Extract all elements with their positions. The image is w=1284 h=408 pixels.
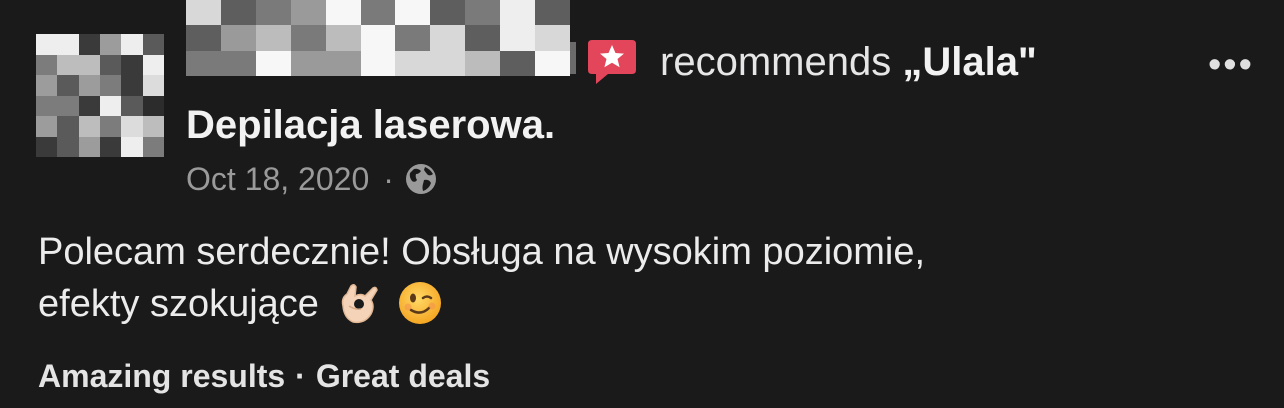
redaction-pixel: [395, 50, 431, 76]
redaction-pixel: [57, 95, 79, 116]
redaction-pixel: [142, 116, 164, 137]
redaction-pixel: [186, 0, 221, 26]
business-name-link[interactable]: „Ulala": [902, 40, 1037, 84]
redaction-pixel: [100, 75, 122, 96]
redaction-pixel: [36, 116, 58, 137]
redaction-pixel: [36, 34, 58, 55]
redaction-pixel: [290, 0, 326, 26]
redaction-pixel: [500, 0, 536, 26]
avatar[interactable]: [36, 34, 164, 157]
redaction-pixel: [465, 0, 501, 26]
redaction-pixel: [325, 25, 361, 51]
redaction-pixel: [465, 25, 501, 51]
post-body: Polecam serdecznie! Obsługa na wysokim p…: [38, 226, 1238, 330]
tag-list: Amazing results · Great deals: [38, 356, 490, 396]
redaction-pixel: [100, 34, 122, 55]
globe-icon[interactable]: [404, 162, 438, 196]
redaction-pixel: [142, 136, 164, 157]
redaction-pixel: [500, 25, 536, 51]
redaction-pixel: [36, 54, 58, 75]
redaction-pixel: [465, 50, 501, 76]
redaction-pixel: [57, 116, 79, 137]
redaction-pixel: [430, 50, 466, 76]
redaction-pixel: [121, 116, 143, 137]
redaction-pixel: [57, 75, 79, 96]
redaction-pixel: [78, 34, 100, 55]
winking-face-emoji: [398, 282, 441, 324]
recommend-star-icon: [588, 40, 636, 84]
post-body-line-1: Polecam serdecznie! Obsługa na wysokim p…: [38, 231, 926, 273]
redaction-pixel: [100, 136, 122, 157]
post-date[interactable]: Oct 18, 2020: [186, 160, 369, 198]
tag-great-deals[interactable]: Great deals: [316, 358, 490, 394]
redaction-pixel: [430, 25, 466, 51]
redaction-pixel: [121, 54, 143, 75]
tag-amazing-results[interactable]: Amazing results: [38, 358, 285, 394]
redaction-pixel: [100, 54, 122, 75]
ok-hand-emoji: [341, 283, 378, 324]
redaction-pixel: [57, 34, 79, 55]
redaction-pixel: [186, 50, 221, 76]
redaction-pixel: [142, 75, 164, 96]
meta-separator: ·: [383, 161, 394, 197]
redaction-pixel: [57, 136, 79, 157]
redaction-pixel: [500, 50, 536, 76]
tag-separator: ·: [295, 358, 306, 394]
redaction-pixel: [360, 0, 396, 26]
recommendation-post: recommends „Ulala" ••• Depilacja laserow…: [0, 0, 1284, 408]
redaction-pixel: [535, 0, 570, 26]
redaction-pixel: [255, 50, 291, 76]
redaction-pixel: [255, 25, 291, 51]
redaction-pixel: [100, 116, 122, 137]
recommendation-headline: recommends „Ulala": [660, 40, 1037, 84]
redaction-pixel: [290, 50, 326, 76]
redaction-pixel: [78, 136, 100, 157]
redaction-pixel: [78, 75, 100, 96]
redaction-pixel: [325, 50, 361, 76]
post-title: Depilacja laserowa.: [186, 103, 556, 147]
redaction-pixel: [535, 25, 570, 51]
redaction-pixel: [57, 54, 79, 75]
post-body-line-2-text: efekty szokujące: [38, 283, 319, 325]
redaction-pixel: [360, 25, 396, 51]
redaction-pixel: [220, 0, 256, 26]
post-body-line-2: efekty szokujące: [38, 278, 1238, 330]
redaction-pixel: [121, 34, 143, 55]
redaction-pixel: [121, 75, 143, 96]
redaction-pixel: [142, 34, 164, 55]
redaction-pixel: [78, 54, 100, 75]
redaction-pixel: [121, 136, 143, 157]
redaction-pixel: [78, 116, 100, 137]
redaction-pixel: [430, 0, 466, 26]
author-name-redacted-tail: [570, 42, 576, 74]
redaction-pixel: [220, 25, 256, 51]
post-meta: Oct 18, 2020 ·: [186, 160, 438, 198]
redaction-pixel: [100, 95, 122, 116]
more-options-button[interactable]: •••: [1208, 46, 1254, 84]
redaction-pixel: [255, 0, 291, 26]
redaction-pixel: [395, 25, 431, 51]
redaction-pixel: [395, 0, 431, 26]
redaction-pixel: [36, 95, 58, 116]
redaction-pixel: [78, 95, 100, 116]
redaction-pixel: [121, 95, 143, 116]
redaction-pixel: [220, 50, 256, 76]
redaction-pixel: [186, 25, 221, 51]
author-name-redacted[interactable]: [186, 0, 570, 76]
redaction-pixel: [290, 25, 326, 51]
redaction-pixel: [325, 0, 361, 26]
redaction-pixel: [142, 95, 164, 116]
redaction-pixel: [36, 136, 58, 157]
redaction-pixel: [142, 54, 164, 75]
recommend-verb: recommends: [660, 40, 892, 84]
redaction-pixel: [360, 50, 396, 76]
redaction-pixel: [535, 50, 570, 76]
redaction-pixel: [36, 75, 58, 96]
